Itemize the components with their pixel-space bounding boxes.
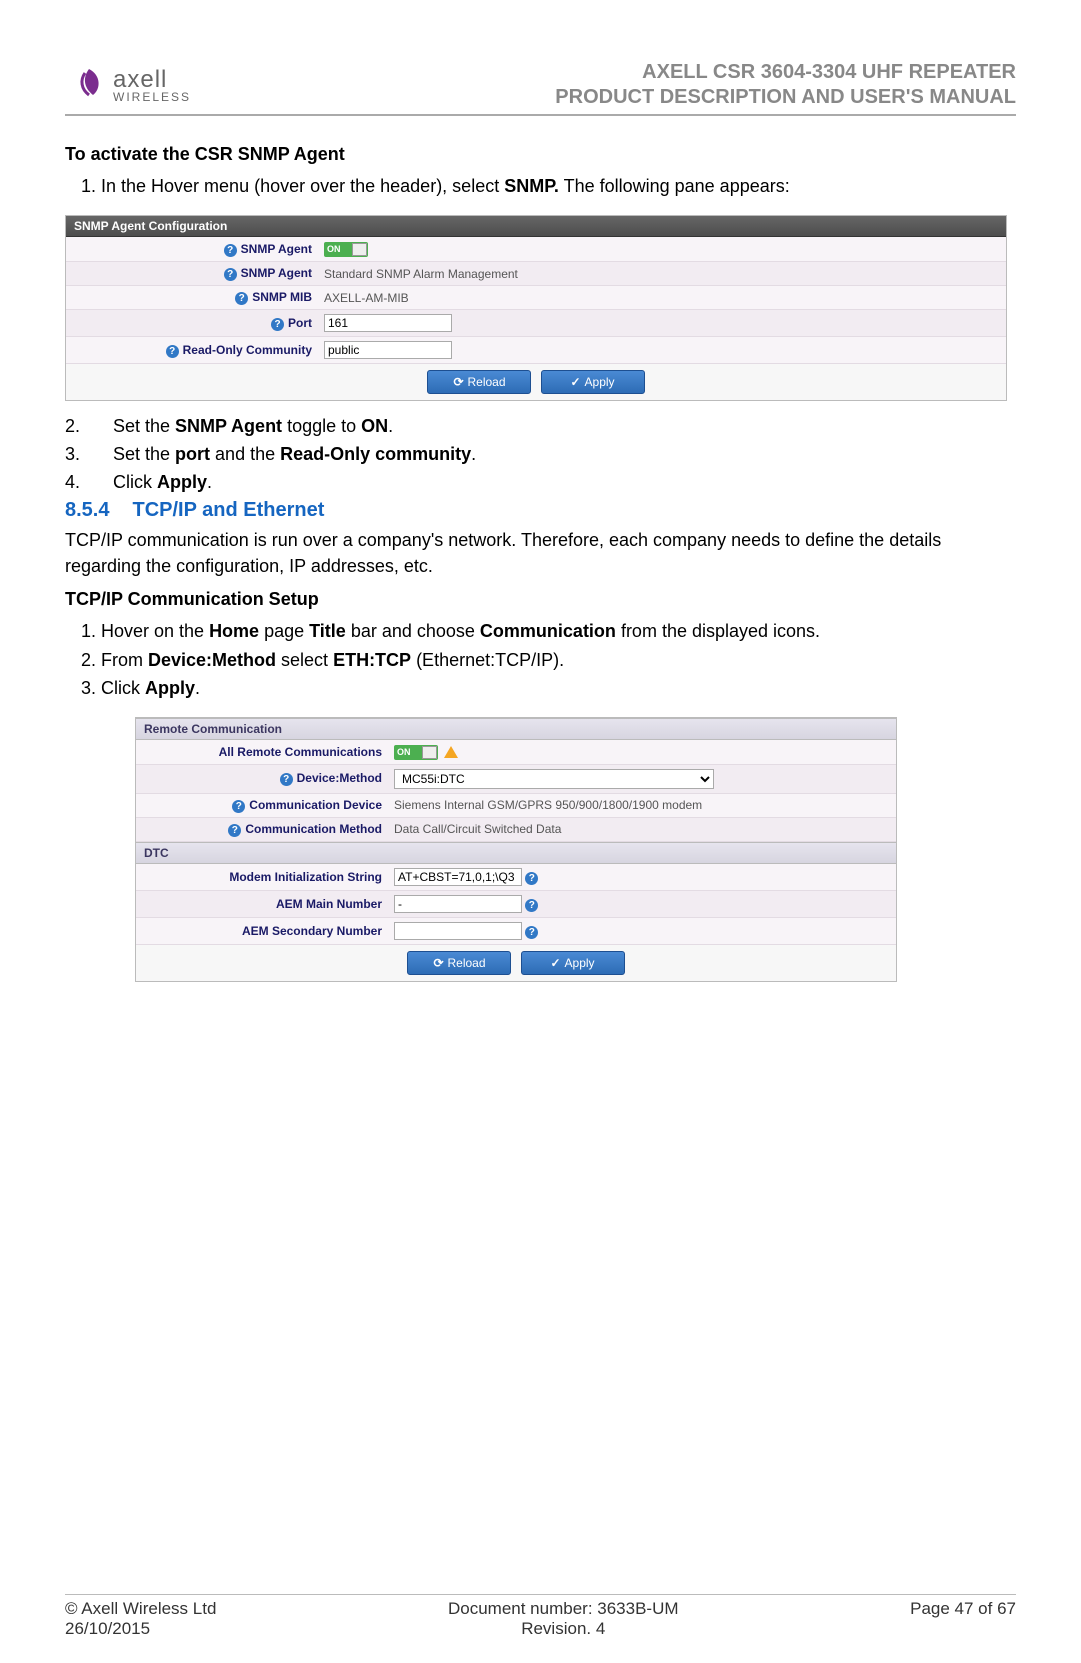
snmp-rows: ?SNMP Agent ON ?SNMP Agent Standard SNMP…	[66, 237, 1006, 364]
device-method-select[interactable]: MC55i:DTC	[394, 769, 714, 789]
port-input[interactable]	[324, 314, 452, 332]
help-icon[interactable]: ?	[228, 824, 241, 837]
all-remote-toggle[interactable]: ON	[394, 745, 438, 760]
tcpip-step-3: Click Apply.	[101, 675, 1016, 701]
aem-main-input[interactable]	[394, 895, 522, 913]
snmp-mib-value: AXELL-AM-MIB	[318, 287, 415, 309]
section-number: 8.5.4	[65, 499, 109, 521]
row-read-only-community: ?Read-Only Community	[66, 337, 1006, 364]
row-modem-init: Modem Initialization String ?	[136, 864, 896, 891]
row-port: ?Port	[66, 310, 1006, 337]
logo-name: axell	[113, 66, 167, 93]
snmp-agent-desc: Standard SNMP Alarm Management	[318, 263, 524, 285]
row-aem-secondary: AEM Secondary Number ?	[136, 918, 896, 945]
step-1: In the Hover menu (hover over the header…	[101, 173, 1016, 199]
row-snmp-mib: ?SNMP MIB AXELL-AM-MIB	[66, 286, 1006, 310]
aem-secondary-input[interactable]	[394, 922, 522, 940]
footer-right: Page 47 of 67	[910, 1599, 1016, 1639]
activate-steps-1: In the Hover menu (hover over the header…	[65, 173, 1016, 199]
check-icon: ✓	[550, 956, 560, 970]
section-854-heading: 8.5.4 TCP/IP and Ethernet	[65, 499, 1016, 522]
activate-steps-2to4: 2.Set the SNMP Agent toggle to ON. 3.Set…	[65, 413, 1016, 495]
check-icon: ✓	[570, 375, 580, 389]
dtc-title: DTC	[136, 842, 896, 864]
modem-init-input[interactable]	[394, 868, 522, 886]
community-input[interactable]	[324, 341, 452, 359]
row-snmp-agent-toggle: ?SNMP Agent ON	[66, 237, 1006, 262]
footer-mid: Document number: 3633B-UM Revision. 4	[448, 1599, 679, 1639]
section-title: TCP/IP and Ethernet	[133, 499, 325, 521]
help-icon[interactable]: ?	[224, 244, 237, 257]
step-4: 4.Click Apply.	[65, 469, 1016, 495]
reload-button[interactable]: ⟳Reload	[427, 370, 531, 394]
help-icon[interactable]: ?	[525, 899, 538, 912]
row-all-remote: All Remote Communications ON	[136, 740, 896, 765]
snmp-agent-toggle[interactable]: ON	[324, 242, 368, 257]
remote-comm-panel: Remote Communication All Remote Communic…	[135, 717, 897, 982]
snmp-panel-title: SNMP Agent Configuration	[66, 216, 1006, 237]
help-icon[interactable]: ?	[235, 292, 248, 305]
snmp-config-panel: SNMP Agent Configuration ?SNMP Agent ON …	[65, 215, 1007, 401]
remote-comm-rows: All Remote Communications ON ?Device:Met…	[136, 740, 896, 842]
comm-device-value: Siemens Internal GSM/GPRS 950/900/1800/1…	[388, 794, 708, 816]
row-comm-method: ?Communication Method Data Call/Circuit …	[136, 818, 896, 842]
tcpip-setup-title: TCP/IP Communication Setup	[65, 589, 1016, 610]
help-icon[interactable]: ?	[525, 926, 538, 939]
page-header: axell WIRELESS AXELL CSR 3604-3304 UHF R…	[65, 60, 1016, 116]
help-icon[interactable]: ?	[232, 800, 245, 813]
remote-comm-title: Remote Communication	[136, 718, 896, 740]
reload-icon: ⟳	[433, 956, 443, 970]
row-snmp-agent-text: ?SNMP Agent Standard SNMP Alarm Manageme…	[66, 262, 1006, 286]
dtc-rows: Modem Initialization String ? AEM Main N…	[136, 864, 896, 945]
reload-button[interactable]: ⟳Reload	[407, 951, 511, 975]
apply-button[interactable]: ✓Apply	[541, 370, 645, 394]
header-title-line1: AXELL CSR 3604-3304 UHF REPEATER	[555, 60, 1016, 85]
apply-button[interactable]: ✓Apply	[521, 951, 625, 975]
help-icon[interactable]: ?	[224, 268, 237, 281]
help-icon[interactable]: ?	[280, 773, 293, 786]
reload-icon: ⟳	[453, 375, 463, 389]
snmp-panel-buttons: ⟳Reload ✓Apply	[66, 364, 1006, 400]
help-icon[interactable]: ?	[525, 872, 538, 885]
footer-left: © Axell Wireless Ltd 26/10/2015	[65, 1599, 216, 1639]
tcpip-step-2: From Device:Method select ETH:TCP (Ether…	[101, 647, 1016, 673]
header-title-line2: PRODUCT DESCRIPTION AND USER'S MANUAL	[555, 85, 1016, 110]
step-3: 3.Set the port and the Read-Only communi…	[65, 441, 1016, 467]
step-2: 2.Set the SNMP Agent toggle to ON.	[65, 413, 1016, 439]
tcpip-step-1: Hover on the Home page Title bar and cho…	[101, 618, 1016, 644]
logo-sub: WIRELESS	[113, 90, 191, 104]
row-aem-main: AEM Main Number ?	[136, 891, 896, 918]
row-comm-device: ?Communication Device Siemens Internal G…	[136, 794, 896, 818]
comm-method-value: Data Call/Circuit Switched Data	[388, 818, 567, 840]
tcpip-paragraph: TCP/IP communication is run over a compa…	[65, 528, 1016, 579]
help-icon[interactable]: ?	[271, 318, 284, 331]
remote-panel-buttons: ⟳Reload ✓Apply	[136, 945, 896, 981]
tcpip-steps: Hover on the Home page Title bar and cho…	[65, 618, 1016, 700]
activate-title: To activate the CSR SNMP Agent	[65, 144, 1016, 165]
header-title: AXELL CSR 3604-3304 UHF REPEATER PRODUCT…	[555, 60, 1016, 110]
logo: axell WIRELESS	[65, 65, 191, 105]
help-icon[interactable]: ?	[166, 345, 179, 358]
page-footer: © Axell Wireless Ltd 26/10/2015 Document…	[65, 1594, 1016, 1639]
row-device-method: ?Device:Method MC55i:DTC	[136, 765, 896, 794]
warning-icon	[444, 746, 458, 758]
